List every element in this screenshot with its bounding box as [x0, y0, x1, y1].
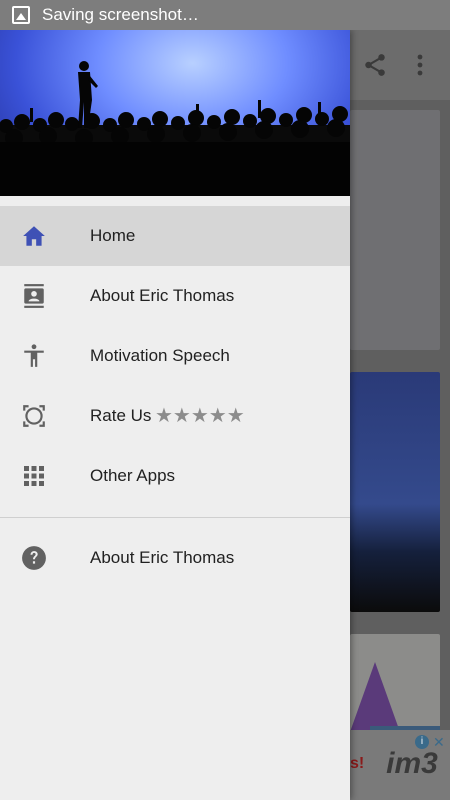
rating-stars: ★★★★★ [155, 405, 245, 427]
speaker-silhouette-image [0, 61, 350, 196]
status-bar: Saving screenshot… [0, 0, 450, 30]
more-options-button[interactable] [405, 50, 435, 80]
content-card[interactable] [350, 110, 440, 350]
drawer-item-label: Other Apps [90, 466, 176, 485]
accessibility-icon [20, 342, 48, 370]
drawer-item-about[interactable]: About Eric Thomas [0, 266, 350, 326]
home-icon [20, 222, 48, 250]
apps-grid-icon [20, 462, 48, 490]
drawer-item-about-secondary[interactable]: About Eric Thomas [0, 528, 350, 588]
navigation-drawer: Home About Eric Thomas Motivation Speech [0, 30, 350, 800]
contact-card-icon [20, 282, 48, 310]
drawer-divider [0, 517, 350, 518]
ad-close-icon[interactable]: ✕ [433, 734, 445, 751]
ad-text: s! [350, 755, 365, 772]
drawer-item-rate-us[interactable]: Rate Us ★★★★★ [0, 386, 350, 446]
share-button[interactable] [360, 50, 390, 80]
drawer-item-label: Rate Us [90, 406, 152, 425]
content-card[interactable] [350, 372, 440, 612]
drawer-item-label: About Eric Thomas [90, 548, 235, 567]
more-vert-icon [417, 54, 423, 76]
help-icon [20, 544, 48, 572]
drawer-item-motivation-speech[interactable]: Motivation Speech [0, 326, 350, 386]
rate-icon [20, 402, 48, 430]
image-icon [12, 6, 30, 24]
drawer-item-label: Motivation Speech [90, 346, 230, 365]
content-card[interactable] [350, 634, 440, 744]
drawer-header-image [0, 30, 350, 196]
drawer-item-label: About Eric Thomas [90, 286, 235, 305]
status-text: Saving screenshot… [42, 5, 199, 24]
ad-info-icon[interactable]: i [415, 735, 429, 749]
share-icon [365, 54, 385, 76]
drawer-item-other-apps[interactable]: Other Apps [0, 446, 350, 506]
drawer-item-label: Home [90, 226, 136, 245]
drawer-item-home[interactable]: Home [0, 206, 350, 266]
